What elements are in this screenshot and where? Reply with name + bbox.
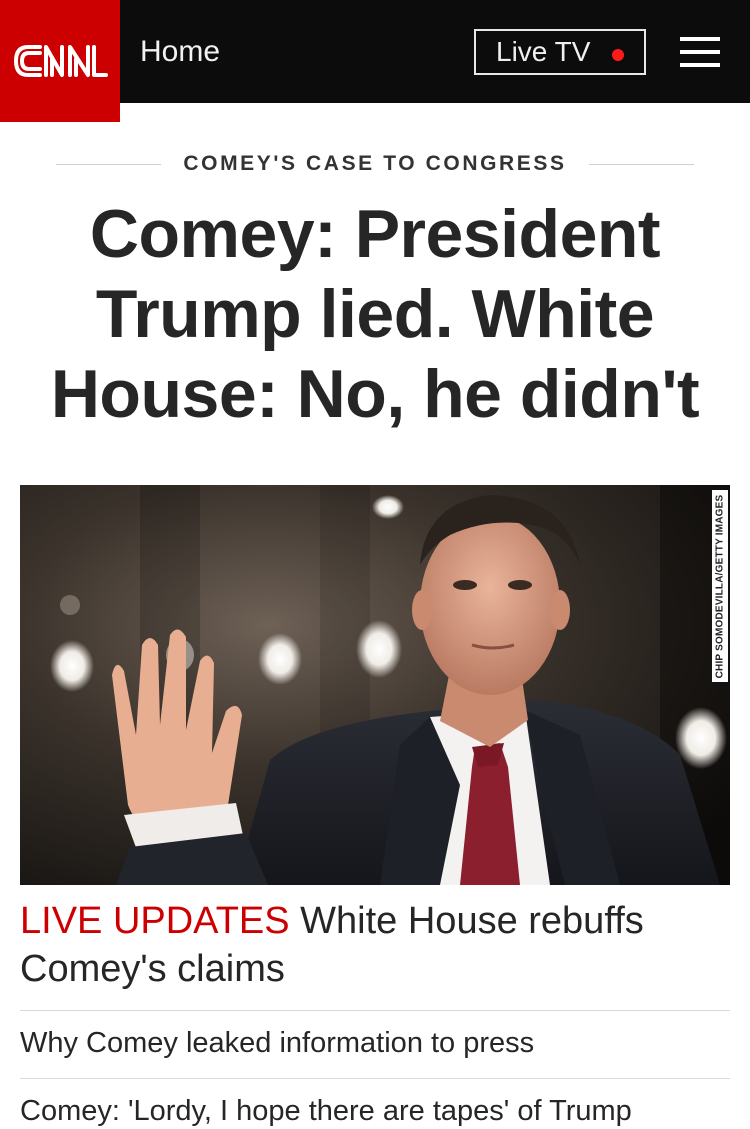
live-tv-label: Live TV <box>496 36 591 67</box>
photo-illustration <box>20 485 730 885</box>
kicker-rule-right <box>588 163 695 165</box>
live-updates-label: LIVE UPDATES <box>20 900 290 942</box>
story-divider <box>20 1010 730 1011</box>
menu-bar <box>680 63 720 67</box>
menu-bar <box>680 50 720 54</box>
lead-story-link[interactable]: LIVE UPDATES White House rebuffs Comey's… <box>20 897 720 993</box>
page-title: Comey: President Trump lied. White House… <box>50 196 700 432</box>
top-navigation-bar: Home Live TV <box>0 0 750 122</box>
cnn-logo[interactable] <box>0 0 120 122</box>
photo-credit-text: CHIP SOMODEVILLA/GETTY IMAGES <box>714 494 726 678</box>
live-tv-button[interactable]: Live TV <box>474 29 646 75</box>
story-divider <box>20 1078 730 1079</box>
hero-photo[interactable] <box>20 485 730 885</box>
hamburger-menu-icon[interactable] <box>680 37 720 67</box>
kicker-label[interactable]: COMEY'S CASE TO CONGRESS <box>161 152 588 176</box>
live-dot-icon <box>612 49 624 61</box>
story-link[interactable]: Comey: 'Lordy, I hope there are tapes' o… <box>20 1093 730 1129</box>
story-link[interactable]: Why Comey leaked information to press <box>20 1025 730 1061</box>
home-nav-link[interactable]: Home <box>140 34 220 70</box>
kicker-rule-left <box>56 163 162 165</box>
cnn-logo-mark <box>14 45 108 77</box>
menu-bar <box>680 37 720 41</box>
photo-credit: CHIP SOMODEVILLA/GETTY IMAGES <box>712 490 728 682</box>
section-kicker: COMEY'S CASE TO CONGRESS <box>56 148 695 180</box>
